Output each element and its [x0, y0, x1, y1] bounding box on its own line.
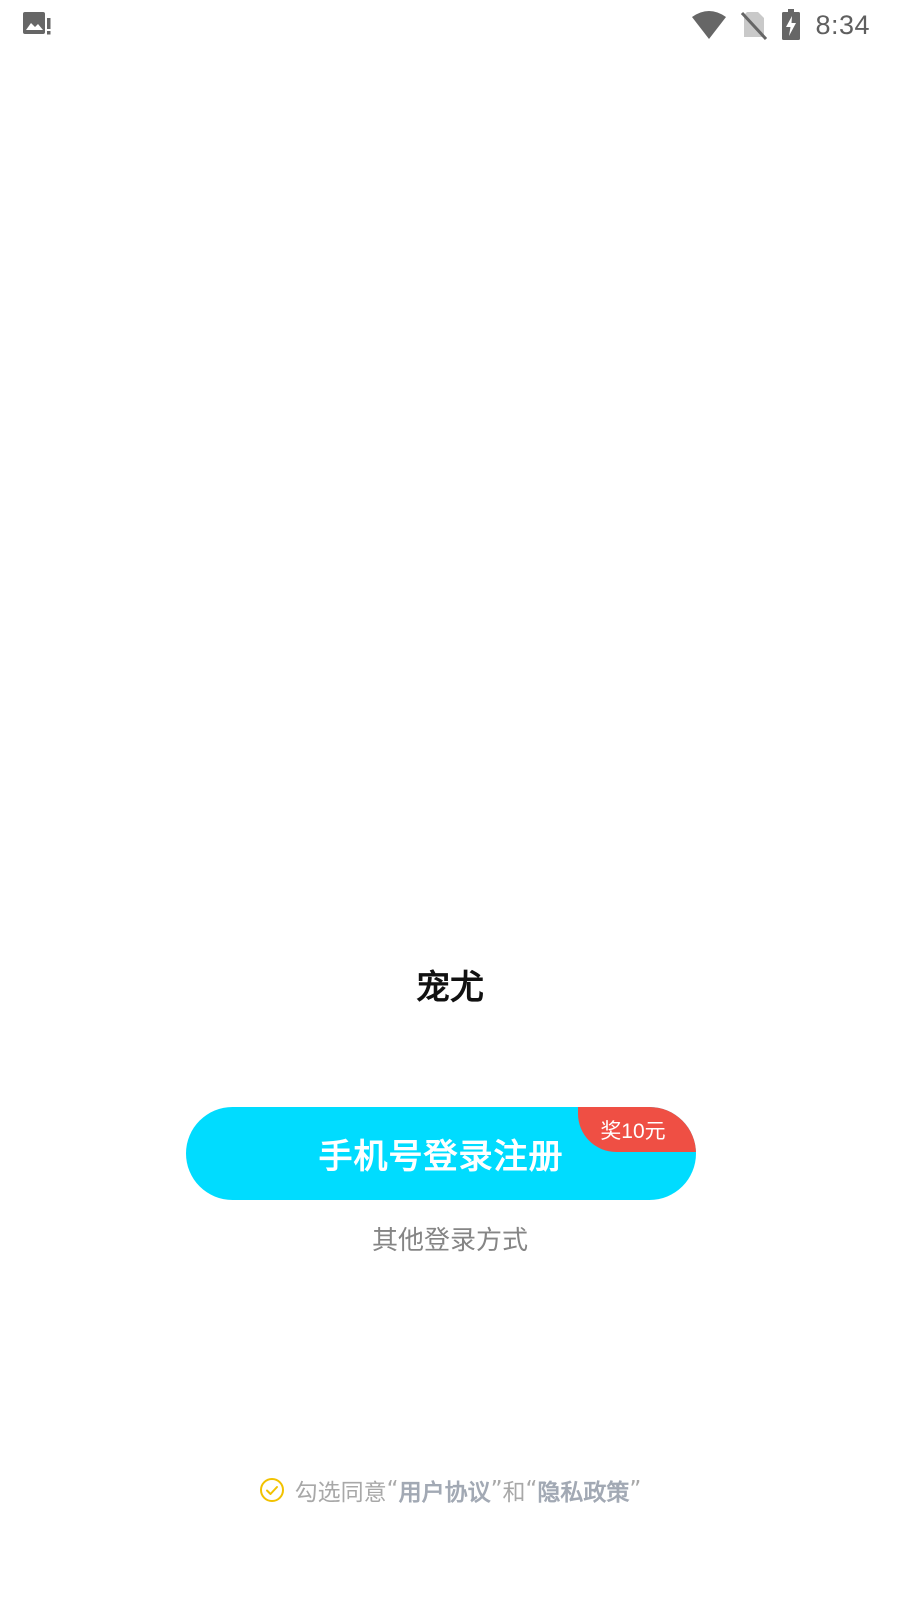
quote-open-1: “ [386, 1477, 399, 1503]
other-login-link[interactable]: 其他登录方式 [0, 1220, 900, 1257]
quote-open-2: “ [525, 1477, 538, 1503]
privacy-policy-link[interactable]: 隐私政策 [537, 1473, 629, 1507]
user-agreement-link[interactable]: 用户协议 [399, 1473, 491, 1507]
battery-charging-icon [781, 9, 801, 41]
status-time: 8:34 [815, 9, 870, 40]
agree-check-icon[interactable] [259, 1477, 285, 1503]
quote-close-2: ” [629, 1477, 642, 1503]
agreement-conjunction: 和 [502, 1480, 526, 1506]
app-title: 宠尤 [416, 968, 484, 1008]
agreement-prefix: 勾选同意 [294, 1480, 387, 1506]
status-bar: 8:34 [0, 0, 900, 50]
agreement-row: 勾选同意 “ 用户协议 ” 和 “ 隐私政策 ” [0, 1473, 900, 1507]
no-sim-icon [741, 10, 768, 40]
wifi-icon [691, 10, 727, 40]
status-icons: 8:34 [691, 8, 870, 42]
phone-login-button[interactable]: 手机号登录注册 奖10元 [186, 1107, 696, 1200]
quote-close-1: ” [490, 1477, 503, 1503]
image-alert-icon [22, 10, 52, 38]
